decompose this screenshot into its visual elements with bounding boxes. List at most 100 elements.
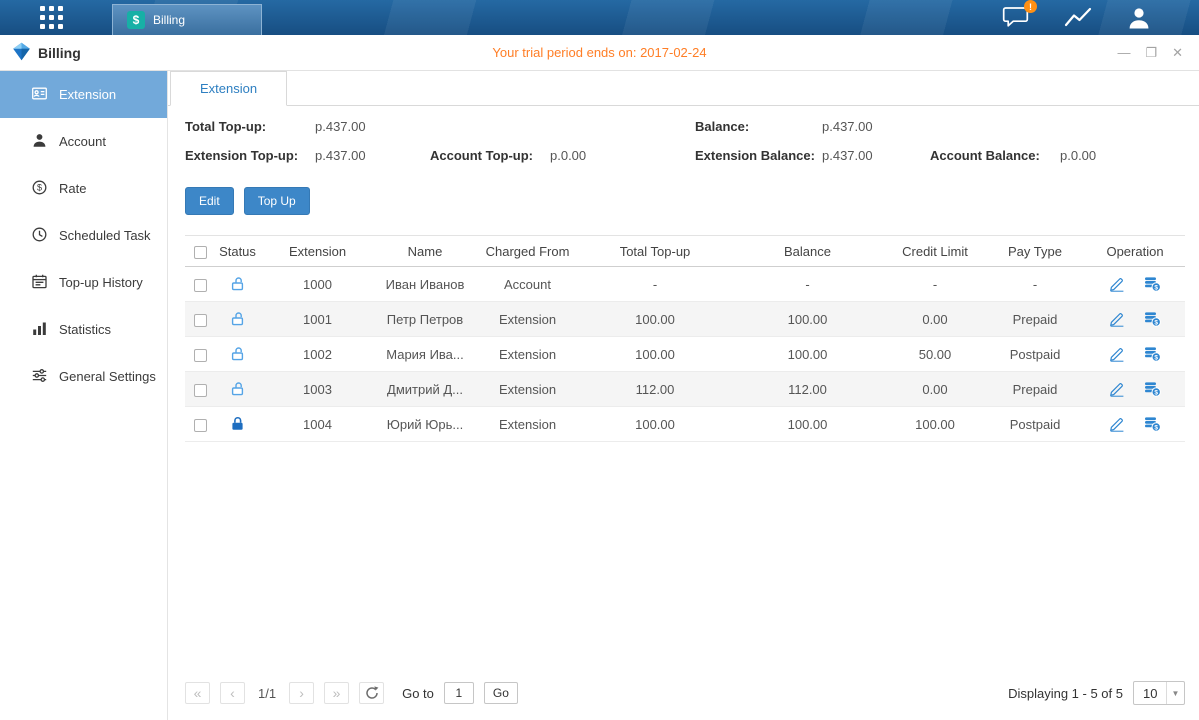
row-checkbox[interactable] xyxy=(194,349,207,362)
header-pay-type: Pay Type xyxy=(985,236,1085,267)
top-up-button[interactable]: Top Up xyxy=(244,187,310,215)
svg-text:$: $ xyxy=(1155,285,1159,292)
select-all-checkbox[interactable] xyxy=(194,246,207,259)
top-up-icon[interactable]: $ xyxy=(1144,381,1161,397)
reports-icon[interactable] xyxy=(1064,6,1092,29)
cell-pay-type: Prepaid xyxy=(985,302,1085,337)
content: Total Top-up: p.437.00 Balance: p.437.00… xyxy=(168,106,1199,674)
goto-page-input[interactable] xyxy=(444,682,474,704)
svg-text:$: $ xyxy=(37,182,42,192)
table-row: 1002 Мария Ива... Extension 100.00 100.0… xyxy=(185,337,1185,372)
tab-extension[interactable]: Extension xyxy=(170,71,287,106)
edit-icon[interactable] xyxy=(1109,346,1125,362)
go-button[interactable]: Go xyxy=(484,682,518,704)
tabbar: Extension xyxy=(168,71,1199,106)
edit-icon[interactable] xyxy=(1109,416,1125,432)
cell-total-topup: 100.00 xyxy=(580,302,730,337)
top-up-icon[interactable]: $ xyxy=(1144,311,1161,327)
next-page-button[interactable]: › xyxy=(289,682,314,704)
first-page-button[interactable]: « xyxy=(185,682,210,704)
cell-total-topup: 112.00 xyxy=(580,372,730,407)
last-page-button[interactable]: » xyxy=(324,682,349,704)
table-row: 1004 Юрий Юрь... Extension 100.00 100.00… xyxy=(185,407,1185,442)
close-button[interactable]: ✕ xyxy=(1172,46,1183,59)
refresh-button[interactable] xyxy=(359,682,384,704)
top-up-icon[interactable]: $ xyxy=(1144,346,1161,362)
sidebar-item-label: Extension xyxy=(59,87,116,102)
edit-icon[interactable] xyxy=(1109,276,1125,292)
table-row: 1000 Иван Иванов Account - - - - $ xyxy=(185,267,1185,302)
row-checkbox[interactable] xyxy=(194,384,207,397)
cell-balance: 112.00 xyxy=(730,372,885,407)
minimize-button[interactable]: — xyxy=(1117,46,1130,59)
app-grid-icon[interactable] xyxy=(40,6,63,29)
edit-button[interactable]: Edit xyxy=(185,187,234,215)
cell-balance: 100.00 xyxy=(730,407,885,442)
bar-chart-icon xyxy=(31,320,48,340)
header-operation: Operation xyxy=(1085,236,1185,267)
id-card-icon xyxy=(31,85,48,105)
sidebar-item-account[interactable]: Account xyxy=(0,118,167,165)
trial-notice: Your trial period ends on: 2017-02-24 xyxy=(0,45,1199,60)
sidebar-item-topup-history[interactable]: Top-up History xyxy=(0,259,167,306)
sidebar-item-scheduled-task[interactable]: Scheduled Task xyxy=(0,212,167,259)
user-icon[interactable] xyxy=(1127,7,1151,29)
summary-account-topup: Account Top-up: p.0.00 xyxy=(430,148,695,163)
page-indicator: 1/1 xyxy=(258,686,276,701)
sidebar-item-statistics[interactable]: Statistics xyxy=(0,306,167,353)
status-icon-4 xyxy=(230,416,245,431)
svg-text:$: $ xyxy=(1155,355,1159,362)
extension-table: Status Extension Name Charged From Total… xyxy=(185,235,1185,442)
billing-window: $ Billing ! xyxy=(0,0,1199,720)
page-size-value: 10 xyxy=(1143,686,1157,701)
cell-credit-limit: 50.00 xyxy=(885,337,985,372)
titlebar: Billing Your trial period ends on: 2017-… xyxy=(0,35,1199,71)
chevron-down-icon: ▼ xyxy=(1166,682,1184,704)
edit-icon[interactable] xyxy=(1109,381,1125,397)
pagination-bar: « ‹ 1/1 › » Go to Go Di xyxy=(168,674,1199,720)
clock-icon xyxy=(31,226,48,246)
svg-text:$: $ xyxy=(1155,320,1159,327)
row-checkbox[interactable] xyxy=(194,419,207,432)
cell-charged-from: Account xyxy=(475,267,580,302)
displaying-text: Displaying 1 - 5 of 5 xyxy=(1008,686,1123,701)
dollar-icon: $ xyxy=(127,11,145,29)
header-extension: Extension xyxy=(260,236,375,267)
cell-pay-type: Postpaid xyxy=(985,407,1085,442)
header-status: Status xyxy=(215,236,260,267)
cell-total-topup: - xyxy=(580,267,730,302)
cell-credit-limit: 0.00 xyxy=(885,302,985,337)
prev-page-button[interactable]: ‹ xyxy=(220,682,245,704)
cell-extension: 1002 xyxy=(260,337,375,372)
top-up-icon[interactable]: $ xyxy=(1144,276,1161,292)
sidebar-item-label: Scheduled Task xyxy=(59,228,151,243)
maximize-button[interactable]: ❐ xyxy=(1145,46,1157,59)
row-checkbox[interactable] xyxy=(194,279,207,292)
calendar-icon xyxy=(31,273,48,293)
sidebar-item-extension[interactable]: Extension xyxy=(0,71,167,118)
messages-icon[interactable]: ! xyxy=(1002,6,1029,29)
person-icon xyxy=(31,132,48,152)
sidebar-item-general-settings[interactable]: General Settings xyxy=(0,353,167,400)
sidebar: Extension Account $ Rate xyxy=(0,71,168,720)
page-size-select[interactable]: 10 ▼ xyxy=(1133,681,1185,705)
sidebar-item-label: Top-up History xyxy=(59,275,143,290)
cell-charged-from: Extension xyxy=(475,337,580,372)
header-balance: Balance xyxy=(730,236,885,267)
summary-extension-balance: Extension Balance: p.437.00 xyxy=(695,148,930,163)
title-left: Billing xyxy=(0,42,81,64)
cell-credit-limit: 0.00 xyxy=(885,372,985,407)
summary-total-topup: Total Top-up: p.437.00 xyxy=(185,119,430,134)
row-checkbox[interactable] xyxy=(194,314,207,327)
cell-total-topup: 100.00 xyxy=(580,407,730,442)
sidebar-item-rate[interactable]: $ Rate xyxy=(0,165,167,212)
cell-name: Мария Ива... xyxy=(375,337,475,372)
billing-diamond-icon xyxy=(12,42,31,64)
cell-credit-limit: 100.00 xyxy=(885,407,985,442)
topbar-tab-billing[interactable]: $ Billing xyxy=(112,4,262,35)
top-up-icon[interactable]: $ xyxy=(1144,416,1161,432)
sliders-icon xyxy=(31,367,48,387)
status-icon-1 xyxy=(230,311,245,326)
edit-icon[interactable] xyxy=(1109,311,1125,327)
action-buttons: Edit Top Up xyxy=(185,187,1185,215)
